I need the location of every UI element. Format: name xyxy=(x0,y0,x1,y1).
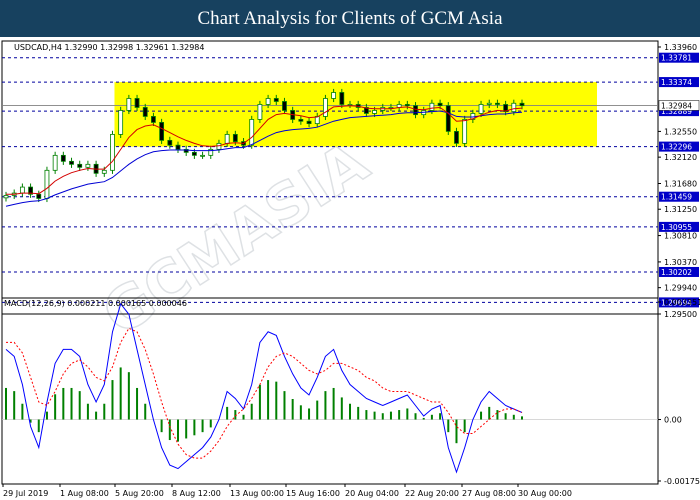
candle-body xyxy=(126,98,132,111)
price-tick-label: 1.29500 xyxy=(664,310,697,319)
macd-line xyxy=(5,302,523,474)
time-tick-label: 29 Jul 2019 xyxy=(3,489,48,498)
candle-body xyxy=(306,120,312,125)
price-tick-label: 1.29940 xyxy=(664,284,697,293)
level-label: 1.31459 xyxy=(661,193,692,202)
candle-body xyxy=(134,98,140,108)
candle-body xyxy=(36,193,42,199)
candle-body xyxy=(339,92,345,105)
page-title: Chart Analysis for Clients of GCM Asia xyxy=(0,0,700,37)
candle-body xyxy=(159,122,165,141)
candle-body xyxy=(142,107,148,117)
candle-body xyxy=(232,133,238,142)
time-tick-label: 22 Aug 20:00 xyxy=(405,489,459,498)
price-tick-label: 1.33960 xyxy=(664,43,697,52)
candle-body xyxy=(404,104,410,107)
candle-body xyxy=(249,119,255,146)
symbol-header: USDCAD,H4 1.32990 1.32998 1.32961 1.3298… xyxy=(14,43,204,52)
current-price-label: 1.32984 xyxy=(661,101,692,110)
macd-signal-line xyxy=(6,327,523,459)
candle-body xyxy=(191,151,197,156)
price-tick-label: 1.30370 xyxy=(664,258,697,267)
level-label: 1.33374 xyxy=(661,78,692,87)
candle-body xyxy=(511,102,517,113)
price-tick-label: 1.31250 xyxy=(664,205,697,214)
candle-body xyxy=(273,98,279,102)
time-tick-label: 30 Aug 00:00 xyxy=(518,489,572,498)
macd-tick-label: -0.001753 xyxy=(664,477,700,486)
consolidation-range-box xyxy=(114,82,597,147)
candle-body xyxy=(282,101,287,111)
candle-body xyxy=(437,102,443,107)
price-tick-label: 1.32120 xyxy=(664,153,697,162)
candle-body xyxy=(298,119,304,122)
macd-tick-label: 0.003351 xyxy=(664,298,700,307)
candle-body xyxy=(224,133,230,144)
candle-body xyxy=(118,110,124,135)
candle-body xyxy=(323,98,328,117)
candle-body xyxy=(19,186,25,194)
time-tick-label: 27 Aug 08:00 xyxy=(462,489,516,498)
macd-tick-label: 0.00 xyxy=(664,416,682,425)
candle-body xyxy=(151,116,156,123)
candle-body xyxy=(454,131,459,144)
candle-body xyxy=(445,105,451,132)
candle-body xyxy=(462,119,468,144)
candle-body xyxy=(167,139,173,146)
candle-body xyxy=(372,110,377,114)
time-tick-label: 15 Aug 16:00 xyxy=(286,489,340,498)
candle-body xyxy=(52,154,58,171)
price-tick-label: 1.32550 xyxy=(664,127,697,136)
price-tick-label: 1.30810 xyxy=(664,232,697,241)
time-tick-label: 5 Aug 20:00 xyxy=(115,489,164,498)
candle-body xyxy=(101,169,107,174)
candle-body xyxy=(478,104,484,114)
candle-body xyxy=(77,163,83,168)
candle-body xyxy=(60,154,66,162)
candle-body xyxy=(44,169,50,199)
candle-body xyxy=(69,160,74,165)
time-tick-label: 13 Aug 00:00 xyxy=(230,489,284,498)
time-tick-label: 20 Aug 04:00 xyxy=(345,489,399,498)
price-chart: GCMASIA 1.337811.333741.328891.322961.31… xyxy=(1,40,700,498)
level-label: 1.30202 xyxy=(661,268,692,277)
candle-body xyxy=(429,102,435,111)
macd-header: MACD(12,26,9) 0.000211 0.000165 0.000046 xyxy=(4,299,187,308)
candle-body xyxy=(331,92,337,99)
time-tick-label: 8 Aug 12:00 xyxy=(172,489,221,498)
candle-body xyxy=(3,195,9,199)
candle-body xyxy=(519,102,525,107)
candle-body xyxy=(257,104,263,120)
price-tick-label: 1.31680 xyxy=(664,179,697,188)
macd-plot-frame xyxy=(1,297,659,485)
level-label: 1.32296 xyxy=(661,143,692,152)
candle-body xyxy=(85,163,91,168)
level-label: 1.30955 xyxy=(661,223,692,232)
candle-body xyxy=(486,102,492,105)
candle-body xyxy=(495,102,500,105)
time-tick-label: 1 Aug 08:00 xyxy=(60,489,109,498)
candle-body xyxy=(265,98,271,105)
candle-body xyxy=(175,144,181,150)
level-label: 1.33781 xyxy=(661,54,692,63)
candle-body xyxy=(200,154,205,157)
candle-body xyxy=(110,133,115,171)
